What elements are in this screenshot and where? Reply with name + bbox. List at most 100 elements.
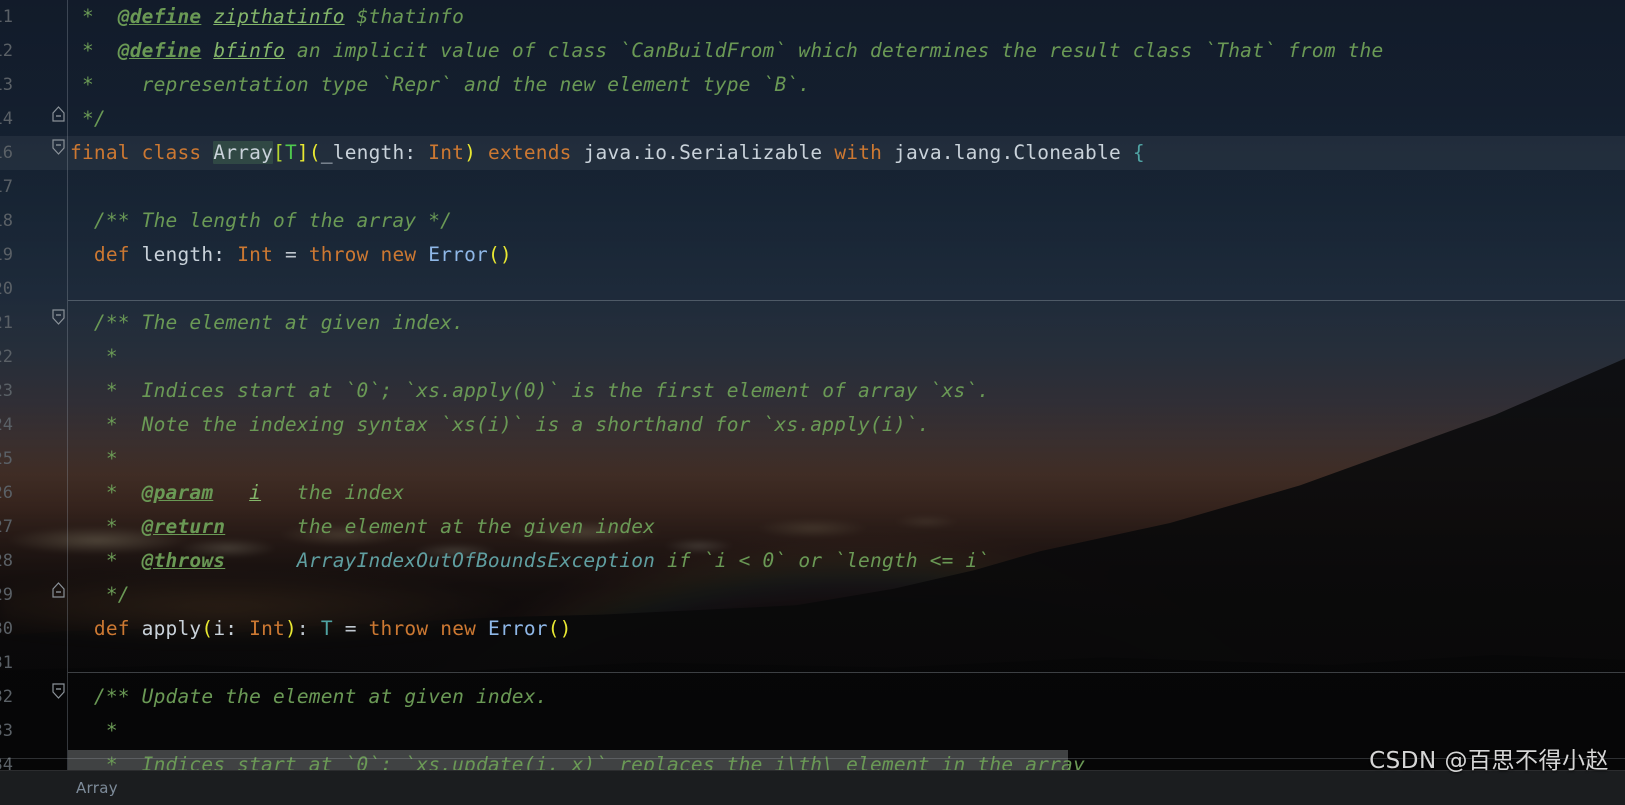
code-token: i (249, 481, 262, 504)
code-line[interactable]: * Note the indexing syntax `xs(i)` is a … (68, 408, 930, 442)
code-token: zipthatinfo (213, 5, 345, 28)
code-line[interactable]: def length: Int = throw new Error() (68, 238, 512, 272)
line-number-label: 18 (0, 211, 13, 231)
code-line[interactable]: * (68, 442, 118, 476)
gutter-line-number[interactable]: 17 (0, 170, 68, 204)
code-fold-toggle-icon[interactable] (50, 309, 67, 326)
code-token: /** The length of the array */ (70, 209, 453, 232)
gutter-line-number[interactable]: 20 (0, 272, 68, 306)
gutter-line-number[interactable]: 19 (0, 238, 68, 272)
code-token: new (440, 617, 477, 640)
code-token: java.io.Serializable (571, 141, 835, 164)
code-line[interactable] (68, 646, 70, 680)
line-number-label: 24 (0, 415, 13, 435)
code-line[interactable]: final class Array[T](_length: Int) exten… (68, 136, 1145, 170)
line-number-label: 27 (0, 517, 13, 537)
code-token: $thatinfo (344, 5, 465, 28)
code-token: class (141, 141, 202, 164)
code-fold-toggle-icon[interactable] (50, 683, 67, 700)
code-token: Array (213, 141, 274, 164)
code-token: * (70, 345, 118, 368)
code-token: @param (141, 481, 214, 504)
code-fold-toggle-icon[interactable] (50, 139, 67, 156)
code-token: */ (70, 583, 130, 606)
gutter-divider (67, 0, 68, 805)
code-token: * (70, 481, 142, 504)
gutter-line-number[interactable]: 23 (0, 374, 68, 408)
code-token: T (284, 141, 297, 164)
code-token: def (93, 617, 130, 640)
code-line[interactable]: * (68, 714, 118, 748)
code-token: /** The element at given index. (70, 311, 465, 334)
line-number-label: 14 (0, 109, 13, 129)
line-number-label: 30 (0, 619, 13, 639)
breadcrumb-item-array[interactable]: Array (76, 779, 118, 797)
code-line[interactable]: /** The length of the array */ (68, 204, 452, 238)
code-fold-toggle-icon[interactable] (50, 105, 67, 122)
gutter-line-number[interactable]: 24 (0, 408, 68, 442)
breadcrumb-bar[interactable]: Array (0, 770, 1625, 805)
code-token: Int (237, 243, 274, 266)
gutter-line-number[interactable]: 22 (0, 340, 68, 374)
code-token: () (547, 617, 572, 640)
code-line[interactable]: * @define zipthatinfo $thatinfo (68, 0, 464, 34)
code-token: def (93, 243, 130, 266)
code-token: @return (141, 515, 226, 538)
code-text-area[interactable]: * @define zipthatinfo $thatinfo * @defin… (68, 0, 1625, 805)
code-token: ArrayIndexOutOfBoundsException (296, 549, 656, 572)
code-line[interactable]: /** The element at given index. (68, 306, 464, 340)
gutter-line-number[interactable]: 30 (0, 612, 68, 646)
gutter-line-number[interactable]: 18 (0, 204, 68, 238)
code-token: * Note the indexing syntax `xs(i)` is a … (70, 413, 930, 436)
code-line[interactable]: * representation type `Repr` and the new… (68, 68, 810, 102)
code-token: * (70, 39, 118, 62)
gutter-line-number[interactable]: 13 (0, 68, 68, 102)
code-token: ( (201, 617, 214, 640)
code-token: @define (117, 39, 202, 62)
code-token: ) (464, 141, 477, 164)
gutter-line-number[interactable]: 28 (0, 544, 68, 578)
gutter-line-number[interactable]: 26 (0, 476, 68, 510)
gutter-line-number[interactable]: 31 (0, 646, 68, 680)
code-line[interactable]: */ (68, 578, 130, 612)
code-token: * (70, 447, 118, 470)
code-line[interactable] (68, 272, 70, 306)
gutter-line-number[interactable]: 27 (0, 510, 68, 544)
code-line[interactable]: */ (68, 102, 106, 136)
gutter-line-number[interactable]: 25 (0, 442, 68, 476)
code-line[interactable] (68, 170, 70, 204)
code-token: bfinfo (213, 39, 285, 62)
gutter-line-number[interactable]: 11 (0, 0, 68, 34)
code-line[interactable]: * Indices start at `0`; `xs.apply(0)` is… (68, 374, 989, 408)
code-line[interactable]: /** Update the element at given index. (68, 680, 548, 714)
code-line[interactable]: * (68, 340, 118, 374)
code-token: throw (308, 243, 369, 266)
code-line[interactable]: def apply(i: Int): T = throw new Error() (68, 612, 572, 646)
code-fold-toggle-icon[interactable] (50, 581, 67, 598)
code-token: ( (308, 141, 321, 164)
gutter-line-number[interactable]: 12 (0, 34, 68, 68)
code-token: * (70, 719, 118, 742)
code-token: /** Update the element at given index. (70, 685, 548, 708)
code-line[interactable]: * @define bfinfo an implicit value of cl… (68, 34, 1383, 68)
code-token: [ (273, 141, 285, 164)
code-token: length: (129, 243, 238, 266)
code-token: * (70, 549, 142, 572)
line-number-label: 16 (0, 143, 13, 163)
code-line[interactable]: * @return the element at the given index (68, 510, 655, 544)
code-line[interactable]: * @param i the index (68, 476, 404, 510)
code-token: Int (249, 617, 285, 640)
code-token: the index (261, 481, 405, 504)
gutter-line-number[interactable]: 33 (0, 714, 68, 748)
line-number-label: 33 (0, 721, 13, 741)
code-token: : (296, 617, 321, 640)
code-token: java.lang.Cloneable (882, 141, 1133, 164)
line-number-label: 26 (0, 483, 13, 503)
code-line[interactable]: * @throws ArrayIndexOutOfBoundsException… (68, 544, 989, 578)
